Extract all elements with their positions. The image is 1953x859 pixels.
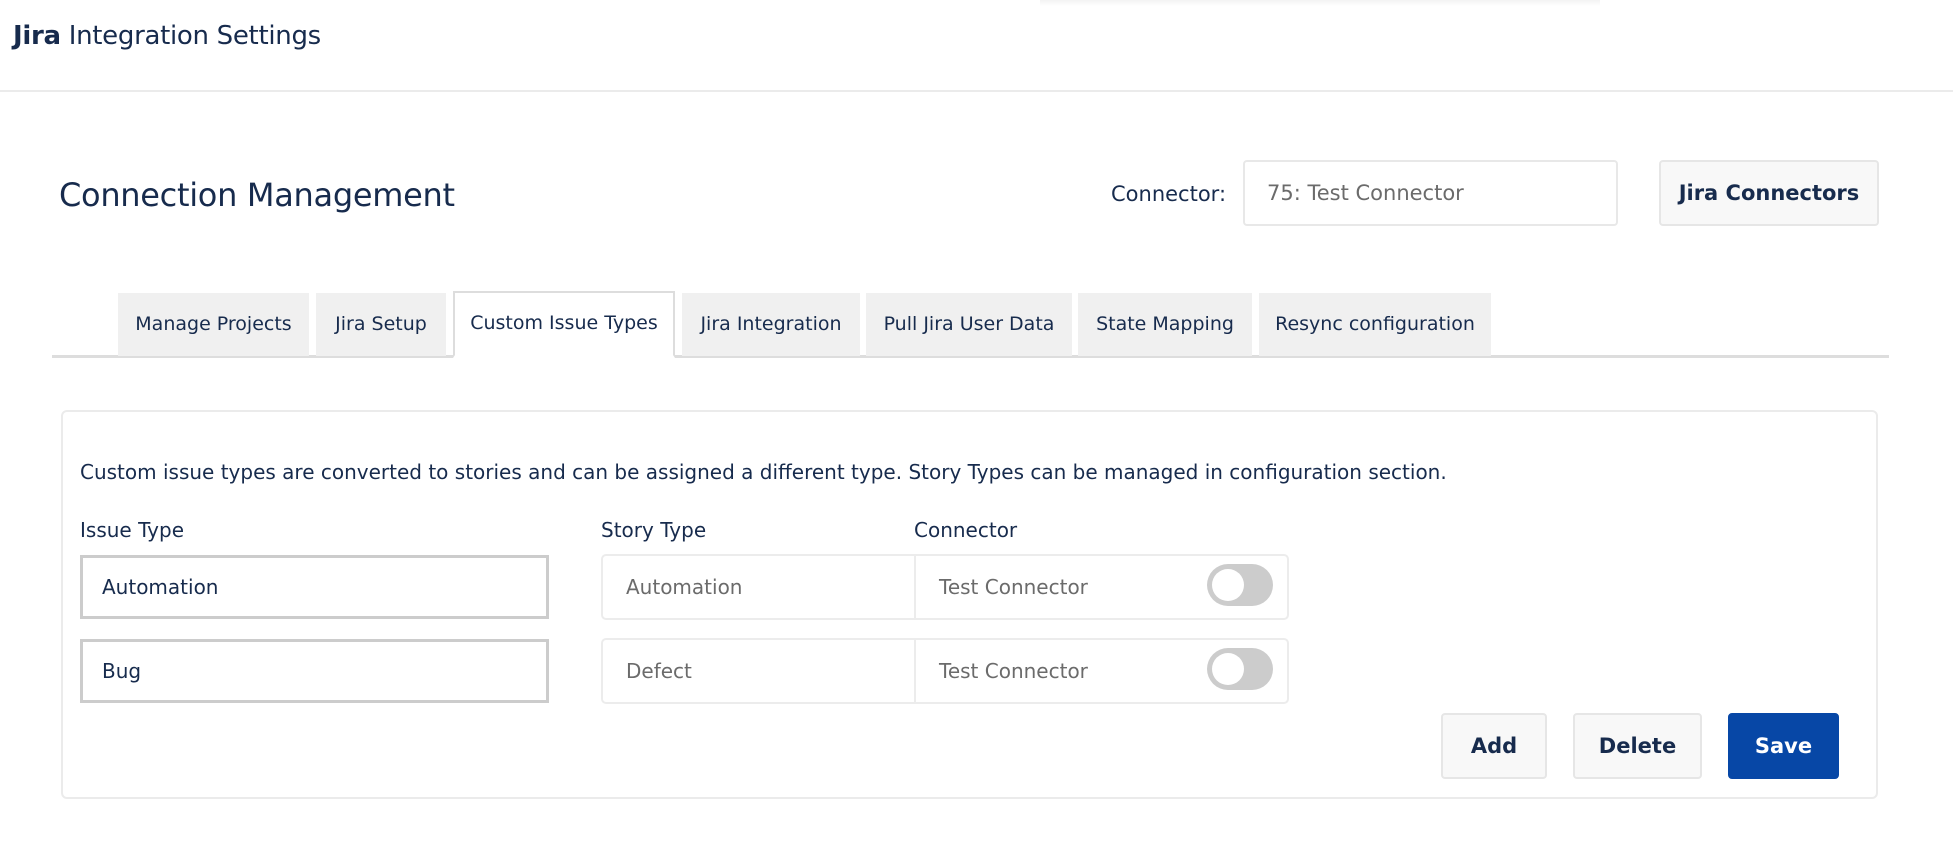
connector-label: Connector: xyxy=(1111,182,1227,206)
panel-description: Custom issue types are converted to stor… xyxy=(80,460,1447,484)
tab-resync-configuration[interactable]: Resync configuration xyxy=(1259,293,1491,356)
connector-name: Test Connector xyxy=(939,575,1088,599)
story-type-select[interactable]: Automation xyxy=(603,556,916,618)
connector-toggle[interactable] xyxy=(1207,648,1273,690)
connector-name: Test Connector xyxy=(939,659,1088,683)
issue-type-input[interactable] xyxy=(80,555,549,619)
app-title-rest: Integration Settings xyxy=(60,21,321,51)
page-title: Connection Management xyxy=(59,176,455,214)
top-bar: Jira Integration Settings xyxy=(0,0,1953,92)
top-bar-shadow xyxy=(1040,0,1600,6)
mapping-row: Automation Test Connector xyxy=(601,554,1289,620)
mapping-row: Defect Test Connector xyxy=(601,638,1289,704)
connector-cell: Test Connector xyxy=(916,556,1287,618)
jira-connectors-button[interactable]: Jira Connectors xyxy=(1659,160,1879,226)
tab-pull-jira-user-data[interactable]: Pull Jira User Data xyxy=(866,293,1072,356)
delete-button[interactable]: Delete xyxy=(1573,713,1702,779)
toggle-knob xyxy=(1212,653,1244,685)
connector-column-label: Connector xyxy=(914,518,1018,542)
connector-input[interactable] xyxy=(1243,160,1618,226)
tab-custom-issue-types[interactable]: Custom Issue Types xyxy=(453,291,675,358)
connector-cell: Test Connector xyxy=(916,640,1287,702)
tab-jira-integration[interactable]: Jira Integration xyxy=(682,293,860,356)
story-type-column-label: Story Type xyxy=(601,518,707,542)
app-title: Jira Integration Settings xyxy=(13,18,321,54)
tab-manage-projects[interactable]: Manage Projects xyxy=(118,293,309,356)
connector-toggle[interactable] xyxy=(1207,564,1273,606)
toggle-knob xyxy=(1212,569,1244,601)
save-button[interactable]: Save xyxy=(1728,713,1839,779)
issue-type-column-label: Issue Type xyxy=(80,518,185,542)
tab-jira-setup[interactable]: Jira Setup xyxy=(316,293,446,356)
issue-type-input[interactable] xyxy=(80,639,549,703)
tab-state-mapping[interactable]: State Mapping xyxy=(1078,293,1252,356)
app-title-brand: Jira xyxy=(13,21,61,51)
story-type-select[interactable]: Defect xyxy=(603,640,916,702)
add-button[interactable]: Add xyxy=(1441,713,1547,779)
